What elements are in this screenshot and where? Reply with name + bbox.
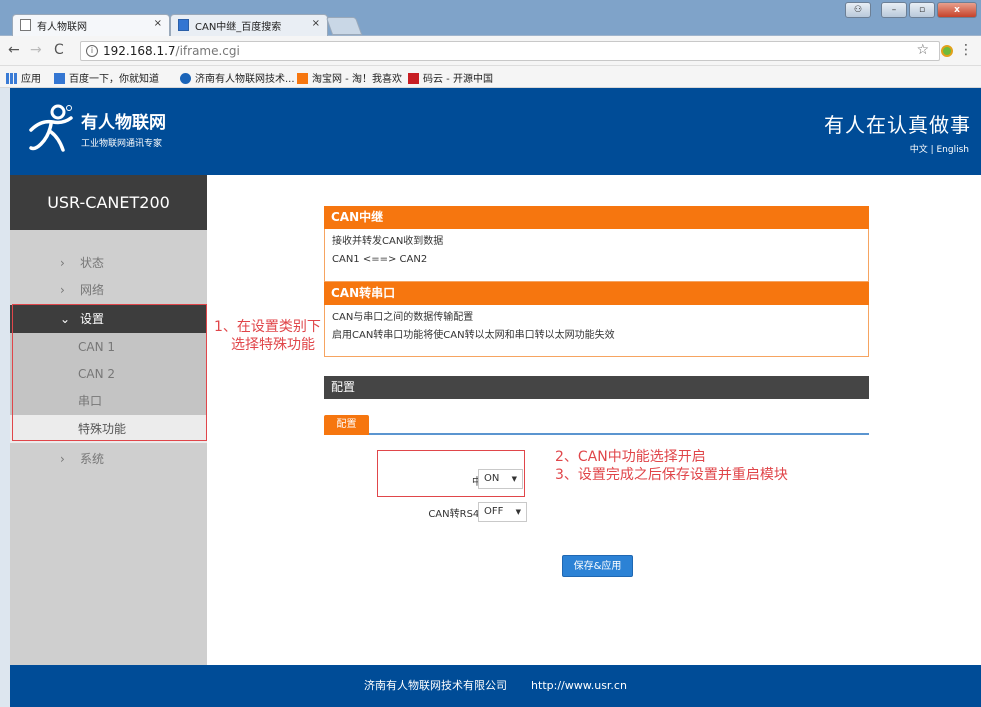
section-body-can-serial: CAN与串口之间的数据传输配置 启用CAN转串口功能将使CAN转以太网和串口转以… [324,305,869,357]
can-rs485-field-label: CAN转RS485 [428,509,492,520]
chevron-right-icon: › [60,452,65,466]
tab-baidu-search[interactable]: CAN中继_百度搜索 × [170,14,328,36]
bookmark-usr[interactable]: 济南有人物联网技术... [180,70,295,85]
more-vertical-icon[interactable]: ⋮ [959,42,973,58]
annotation-step1-line1: 1、在设置类别下 [214,319,321,335]
sidebar-item-label: 网络 [80,283,105,297]
info-icon[interactable]: i [86,45,98,57]
site-header: 有人物联网 工业物联网通讯专家 有人在认真做事 中文 | English [10,88,981,175]
bookmark-label: 码云 - 开源中国 [423,74,493,85]
annotation-step1-line2: 选择特殊功能 [231,337,315,353]
config-section-title: 配置 [324,376,869,399]
page-icon [20,19,31,31]
tab-config[interactable]: 配置 [324,415,369,435]
chevron-right-icon: › [60,283,65,297]
tab-close-icon[interactable]: × [312,18,320,29]
bookmark-label: 淘宝网 - 淘！我喜欢 [312,74,402,85]
can-rs485-select-value: OFF [484,506,504,517]
slogan: 有人在认真做事 [824,113,971,137]
serial-warning: 启用CAN转串口功能将使CAN转以太网和串口转以太网功能失效 [332,330,615,341]
main-content: CAN中继 接收并转发CAN收到数据 CAN1 <==> CAN2 CAN转串口… [207,175,981,665]
tab-close-icon[interactable]: × [154,18,162,29]
serial-description: CAN与串口之间的数据传输配置 [332,312,474,323]
bookmarks-bar: 应用 百度一下，你就知道 济南有人物联网技术... 淘宝网 - 淘！我喜欢 码云… [0,66,981,88]
lang-en-link[interactable]: English [937,145,970,155]
bookmark-baidu[interactable]: 百度一下，你就知道 [54,70,159,85]
bookmark-gitee[interactable]: 码云 - 开源中国 [408,70,493,85]
new-tab-button[interactable] [325,17,363,35]
tab-title: CAN中继_百度搜索 [195,22,282,33]
chevron-right-icon: › [60,256,65,270]
user-icon[interactable]: ⚇ [845,2,871,18]
browser-tab-strip: 有人物联网 × CAN中继_百度搜索 × ⚇ – ▫ x [0,0,981,36]
url-field[interactable]: i 192.168.1.7/iframe.cgi [80,41,940,61]
bookmark-label: 应用 [21,74,41,85]
reload-icon[interactable]: C [54,42,64,58]
bookmark-apps[interactable]: 应用 [6,70,41,85]
brand-tagline: 工业物联网通讯专家 [81,139,163,149]
tab-underline [324,433,869,435]
caret-down-icon: ▼ [515,508,521,516]
apps-grid-icon [6,73,17,84]
annotation-box-relay [377,450,525,497]
baidu-icon [54,73,65,84]
section-body-can-relay: 接收并转发CAN收到数据 CAN1 <==> CAN2 [324,229,869,282]
sidebar-item-label: 系统 [80,452,105,466]
url-path: /iframe.cgi [175,44,240,58]
gitee-icon [408,73,419,84]
annotation-step2: 2、CAN中功能选择开启 [555,449,706,465]
device-model: USR-CANET200 [10,175,207,230]
lang-separator: | [927,145,937,155]
footer-url[interactable]: http://www.usr.cn [531,679,627,692]
back-arrow-icon[interactable]: ← [8,42,20,58]
language-switch: 中文 | English [910,142,969,155]
close-window-icon[interactable]: x [937,2,977,18]
sidebar-item-system[interactable]: › 系统 [10,445,207,473]
relay-mapping: CAN1 <==> CAN2 [332,254,428,265]
tab-usr-iot[interactable]: 有人物联网 × [12,14,170,36]
star-icon[interactable]: ☆ [916,42,929,58]
sidebar-item-network[interactable]: › 网络 [10,276,207,304]
window-controls: ⚇ – ▫ x [845,2,977,18]
forward-arrow-icon[interactable]: → [30,42,42,58]
usr-logo-icon [180,73,191,84]
usr-logo-icon [29,104,73,152]
bookmark-label: 百度一下，你就知道 [69,74,159,85]
extension-icon[interactable] [941,45,953,57]
url-host: 192.168.1.7 [103,44,176,58]
relay-description: 接收并转发CAN收到数据 [332,236,444,247]
brand-name: 有人物联网 [81,113,166,133]
annotation-box-sidebar [12,304,207,441]
sidebar-item-status[interactable]: › 状态 [10,249,207,277]
lang-zh-link[interactable]: 中文 [910,145,928,155]
can-rs485-select[interactable]: OFF ▼ [478,502,527,522]
tab-title: 有人物联网 [37,22,87,33]
maximize-icon[interactable]: ▫ [909,2,935,18]
section-title-can-relay: CAN中继 [324,206,869,229]
site-footer: 济南有人物联网技术有限公司 http://www.usr.cn [10,665,981,707]
address-toolbar: ← → C i 192.168.1.7/iframe.cgi ☆ ⋮ [0,36,981,66]
save-apply-button[interactable]: 保存&应用 [562,555,633,577]
footer-company: 济南有人物联网技术有限公司 [364,679,508,692]
baidu-icon [178,19,189,31]
sidebar-item-label: 状态 [80,256,105,270]
bookmark-label: 济南有人物联网技术... [195,74,295,85]
section-title-can-serial: CAN转串口 [324,282,869,305]
annotation-step3: 3、设置完成之后保存设置并重启模块 [555,467,788,483]
taobao-icon [297,73,308,84]
minimize-icon[interactable]: – [881,2,907,18]
bookmark-taobao[interactable]: 淘宝网 - 淘！我喜欢 [297,70,402,85]
